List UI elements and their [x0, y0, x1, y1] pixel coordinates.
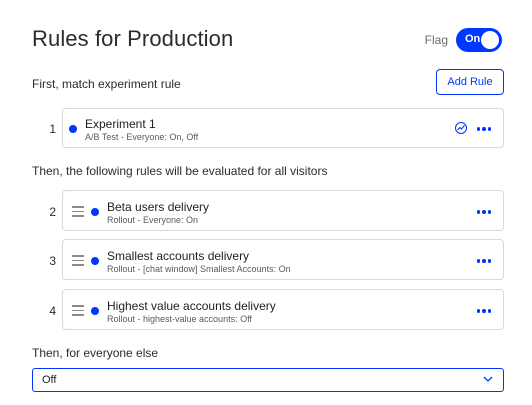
more-options-icon[interactable] — [476, 210, 491, 214]
add-rule-button[interactable]: Add Rule — [436, 69, 504, 95]
rule-name: Highest value accounts delivery — [107, 299, 276, 313]
experiment-rule-card[interactable]: Experiment 1 A/B Test - Everyone: On, Of… — [62, 108, 504, 148]
drag-handle-icon[interactable] — [72, 255, 84, 266]
status-dot — [91, 257, 99, 265]
rollout-section-label: Then, the following rules will be evalua… — [32, 164, 328, 178]
rule-name: Smallest accounts delivery — [107, 249, 250, 263]
flag-label: Flag — [424, 33, 448, 47]
flag-control: Flag On — [425, 28, 502, 52]
status-dot — [91, 307, 99, 315]
rule-number: 1 — [49, 122, 56, 136]
drag-handle-icon[interactable] — [72, 305, 84, 316]
rule-number: 3 — [49, 254, 56, 268]
more-options-icon[interactable] — [476, 259, 491, 263]
flag-toggle[interactable]: On — [456, 28, 502, 52]
more-options-icon[interactable] — [476, 127, 491, 131]
toggle-state-label: On — [465, 33, 481, 45]
chevron-down-icon — [483, 376, 493, 382]
rule-details: Rollout - highest-value accounts: Off — [107, 314, 252, 324]
rollout-rule-card[interactable]: Beta users delivery Rollout - Everyone: … — [62, 190, 504, 231]
status-dot — [69, 125, 77, 133]
rule-details: A/B Test - Everyone: On, Off — [85, 132, 199, 142]
rollout-rule-card[interactable]: Smallest accounts delivery Rollout - [ch… — [62, 239, 504, 280]
rollout-rule-card[interactable]: Highest value accounts delivery Rollout … — [62, 289, 504, 330]
rule-name: Experiment 1 — [85, 117, 156, 131]
drag-handle-icon[interactable] — [72, 206, 84, 217]
rule-number: 4 — [49, 304, 56, 318]
rule-details: Rollout - Everyone: On — [107, 215, 199, 225]
rule-number: 2 — [49, 205, 56, 219]
page-title: Rules for Production — [32, 26, 234, 51]
more-options-icon[interactable] — [476, 309, 491, 313]
everyone-else-label: Then, for everyone else — [32, 346, 159, 360]
experiment-section-label: First, match experiment rule — [32, 77, 181, 91]
rule-details: Rollout - [chat window] Smallest Account… — [107, 264, 291, 274]
status-dot — [91, 208, 99, 216]
rule-name: Beta users delivery — [107, 200, 210, 214]
results-graph-icon[interactable] — [455, 122, 467, 134]
select-value: Off — [42, 374, 57, 386]
toggle-knob — [481, 31, 499, 49]
everyone-else-select[interactable]: Off — [32, 368, 504, 392]
